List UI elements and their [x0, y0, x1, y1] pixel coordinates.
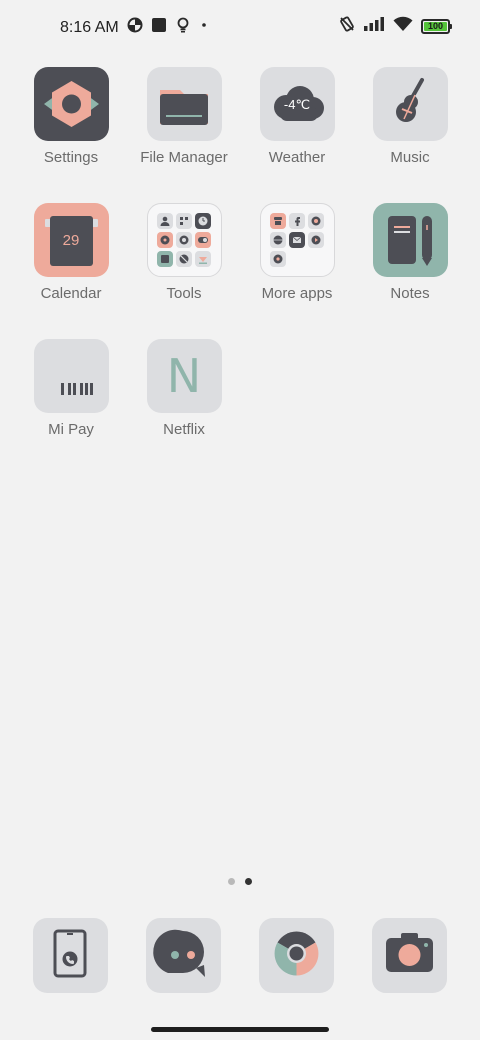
folder-grid-icon [146, 203, 222, 277]
signal-icon [363, 16, 385, 37]
phone-icon [33, 918, 108, 993]
dock-phone[interactable] [33, 918, 108, 993]
toggle-icon [195, 232, 211, 248]
app-store-icon [308, 213, 324, 229]
folder-more-apps[interactable]: More apps [242, 203, 352, 302]
compass-icon [157, 232, 173, 248]
calculator-icon [157, 251, 173, 267]
battery-level: 100 [427, 21, 444, 31]
app-settings[interactable]: Settings [16, 67, 126, 166]
app-file-manager[interactable]: File Manager [129, 67, 239, 166]
page-dot-2[interactable] [245, 878, 252, 885]
app-music[interactable]: Music [355, 67, 465, 166]
status-time: 8:16 AM [60, 18, 119, 36]
app-label: Tools [166, 285, 202, 302]
calendar-icon: 29 [33, 203, 109, 277]
app-label: Weather [268, 149, 326, 166]
app-calendar[interactable]: 29 Calendar [16, 203, 126, 302]
barcode-icon [33, 339, 109, 413]
settings-gear-icon [33, 67, 109, 141]
app-mi-pay[interactable]: Mi Pay [16, 339, 126, 438]
folder-tools[interactable]: Tools [129, 203, 239, 302]
chrome-icon [259, 918, 334, 993]
weather-temperature: -4℃ [283, 97, 311, 112]
dock-messaging[interactable] [146, 918, 221, 993]
wifi-icon [393, 16, 413, 37]
scanner-icon [176, 213, 192, 229]
theme-icon [176, 251, 192, 267]
store-icon [270, 213, 286, 229]
home-indicator[interactable] [151, 1027, 329, 1032]
app-label: Calendar [40, 285, 102, 302]
app-netflix[interactable]: N Netflix [129, 339, 239, 438]
global-icon [270, 232, 286, 248]
dock-browser[interactable] [259, 918, 334, 993]
app-label: Mi Pay [48, 421, 94, 438]
app-label: More apps [261, 285, 333, 302]
page-dot-1[interactable] [228, 878, 235, 885]
download-icon [195, 251, 211, 267]
calendar-date: 29 [62, 231, 80, 249]
recorder-icon [176, 232, 192, 248]
app-weather[interactable]: -4℃ Weather [242, 67, 352, 166]
app-label: Music [390, 149, 430, 166]
guitar-icon [372, 67, 448, 141]
browser-mini-icon [270, 251, 286, 267]
dot-icon [199, 17, 209, 38]
facebook-icon [289, 213, 305, 229]
app-label: Settings [43, 149, 99, 166]
app-label: Notes [390, 285, 430, 302]
netflix-n-icon: N [146, 339, 222, 413]
notebook-icon [372, 203, 448, 277]
page-indicator [0, 878, 480, 885]
mail-icon [289, 232, 305, 248]
square-icon [151, 17, 167, 38]
battery-fill: 100 [424, 22, 447, 31]
dock-camera[interactable] [372, 918, 447, 993]
app-label: File Manager [140, 149, 228, 166]
chat-bubble-icon [146, 918, 221, 993]
status-bar: 8:16 AM 100 [0, 0, 480, 56]
app-notes[interactable]: Notes [355, 203, 465, 302]
video-icon [308, 232, 324, 248]
status-left: 8:16 AM [60, 17, 209, 38]
cloud-icon: -4℃ [259, 67, 335, 141]
pie-chart-icon [127, 17, 143, 38]
camera-icon [372, 918, 447, 993]
battery-icon: 100 [421, 19, 452, 34]
clock-icon [195, 213, 211, 229]
folder-grid-icon [259, 203, 335, 277]
app-label: Netflix [163, 421, 205, 438]
lightbulb-icon [175, 17, 191, 38]
netflix-letter: N [166, 349, 202, 403]
status-right: 100 [339, 16, 452, 37]
folder-icon [146, 67, 222, 141]
vibrate-mute-icon [339, 16, 355, 37]
contacts-icon [157, 213, 173, 229]
